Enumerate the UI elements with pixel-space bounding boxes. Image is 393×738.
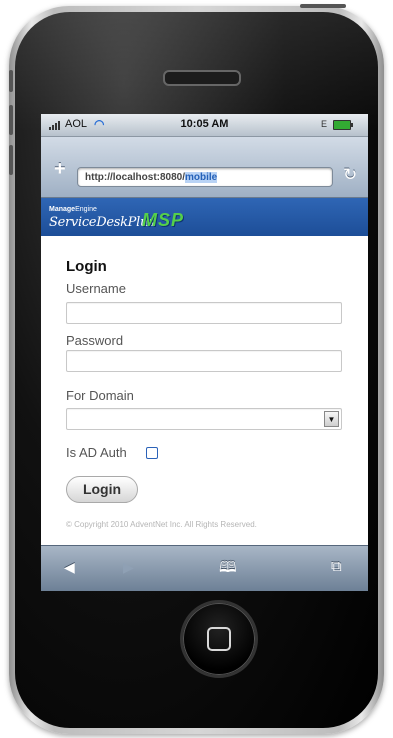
volume-up-button bbox=[9, 105, 13, 135]
bookmarks-icon[interactable]: 🕮 bbox=[219, 557, 237, 582]
msp-logo: MSP bbox=[142, 210, 185, 230]
username-label: Username bbox=[66, 281, 126, 296]
browser-url-bar: + http://localhost:8080/mobile ↻ bbox=[41, 137, 368, 198]
copyright-text: © Copyright 2010 AdventNet Inc. All Righ… bbox=[66, 520, 257, 529]
login-button[interactable]: Login bbox=[66, 476, 138, 503]
ad-auth-label: Is AD Auth bbox=[66, 445, 127, 460]
chevron-down-icon[interactable]: ▼ bbox=[324, 411, 339, 427]
mute-switch bbox=[9, 70, 13, 92]
home-square-icon bbox=[207, 627, 231, 651]
back-icon[interactable]: ◀ bbox=[64, 559, 75, 576]
url-field[interactable]: http://localhost:8080/mobile bbox=[77, 167, 333, 187]
browser-toolbar: ◀ ▶ 🕮 ⧉ bbox=[41, 545, 368, 591]
status-time: 10:05 AM bbox=[180, 118, 229, 130]
domain-select[interactable]: ▼ bbox=[66, 408, 342, 430]
reload-icon[interactable]: ↻ bbox=[343, 165, 357, 185]
home-button[interactable] bbox=[180, 600, 258, 678]
forward-icon[interactable]: ▶ bbox=[123, 559, 134, 576]
username-input[interactable] bbox=[66, 302, 342, 324]
earpiece-speaker bbox=[163, 70, 241, 86]
domain-label: For Domain bbox=[66, 388, 134, 403]
status-bar: AOL ◠ 10:05 AM E bbox=[41, 114, 368, 137]
battery-icon bbox=[333, 120, 353, 130]
volume-down-button bbox=[9, 145, 13, 175]
phone-screen: AOL ◠ 10:05 AM E + http://localhost:8080… bbox=[41, 114, 368, 591]
pages-icon[interactable]: ⧉ bbox=[331, 558, 342, 575]
add-bookmark-icon[interactable]: + bbox=[54, 159, 66, 179]
url-selected-text: mobile bbox=[185, 172, 218, 183]
sleep-button bbox=[300, 4, 346, 8]
login-heading: Login bbox=[66, 258, 107, 275]
ad-auth-checkbox[interactable] bbox=[146, 447, 158, 459]
password-input[interactable] bbox=[66, 350, 342, 372]
network-type: E bbox=[321, 119, 328, 129]
servicedesk-plus-logo: ServiceDeskPlus bbox=[49, 215, 155, 230]
url-prefix: http://localhost:8080/ bbox=[85, 172, 186, 183]
password-label: Password bbox=[66, 333, 124, 348]
brand-header: ManageEngine ServiceDeskPlus MSP bbox=[41, 198, 368, 236]
manageengine-logo: ManageEngine bbox=[49, 206, 97, 213]
